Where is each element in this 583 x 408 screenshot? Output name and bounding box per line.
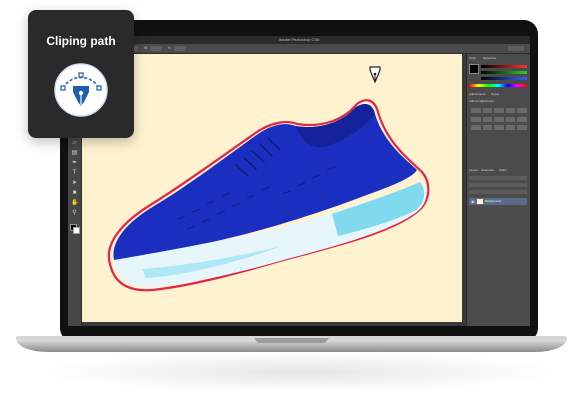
tab-swatches[interactable]: Swatches <box>483 56 496 61</box>
zoom-tool-icon[interactable]: ⚲ <box>71 210 78 216</box>
blend-mode-row[interactable] <box>469 183 527 187</box>
shape-tool-icon[interactable]: ■ <box>71 190 78 196</box>
color-foreground-chip[interactable] <box>469 64 479 74</box>
photo-filter-icon[interactable] <box>505 116 516 122</box>
blue-slider[interactable] <box>481 77 527 80</box>
menu-bar: Adobe Photoshop CS6 <box>68 36 530 44</box>
tab-color[interactable]: Color <box>469 56 476 61</box>
laptop-base <box>16 336 567 352</box>
lock-row[interactable] <box>469 190 527 194</box>
tab-styles[interactable]: Styles <box>491 92 499 97</box>
tab-adjustments[interactable]: Adjustments <box>469 92 486 97</box>
background-color-swatch[interactable] <box>73 227 80 234</box>
shoe-image <box>107 99 430 292</box>
type-tool-icon[interactable]: T <box>71 170 78 176</box>
pen-tool-icon <box>54 63 108 117</box>
pen-tool-icon[interactable]: ✒ <box>71 160 78 166</box>
clipping-path-card: Cliping path <box>28 10 134 138</box>
gradient-tool-icon[interactable]: ▤ <box>71 150 78 156</box>
vibrance-icon[interactable] <box>517 108 527 113</box>
tab-channels[interactable]: Channels <box>481 168 494 173</box>
exposure-icon[interactable] <box>505 108 516 113</box>
document-canvas[interactable] <box>82 54 462 322</box>
photoshop-window: Adobe Photoshop CS6 Fill Stroke W H ✥ ▭ … <box>68 36 530 326</box>
gradient-map-icon[interactable] <box>505 125 516 131</box>
options-bar: Fill Stroke W H <box>68 44 530 54</box>
pen-cursor-icon <box>369 66 381 84</box>
tab-layers[interactable]: Layers <box>469 168 478 173</box>
height-field[interactable] <box>174 46 186 51</box>
green-slider[interactable] <box>481 71 527 74</box>
red-slider[interactable] <box>481 65 527 68</box>
invert-icon[interactable] <box>471 125 481 131</box>
visibility-eye-icon[interactable]: ◉ <box>471 200 475 204</box>
path-selection-tool-icon[interactable]: ➤ <box>71 180 78 186</box>
eraser-tool-icon[interactable]: ▱ <box>71 140 78 146</box>
threshold-icon[interactable] <box>494 125 504 131</box>
hand-tool-icon[interactable]: ✋ <box>71 200 78 206</box>
channel-mixer-icon[interactable] <box>517 116 527 122</box>
levels-icon[interactable] <box>482 108 493 113</box>
adjustment-icons-grid <box>471 108 527 132</box>
color-balance-icon[interactable] <box>482 116 493 122</box>
height-label: H <box>168 46 171 50</box>
tab-paths[interactable]: Paths <box>499 168 507 173</box>
selective-color-icon[interactable] <box>517 125 527 131</box>
curves-icon[interactable] <box>494 108 504 113</box>
laptop-shadow <box>40 352 560 392</box>
width-label: W <box>144 46 148 50</box>
layer-name[interactable]: Background <box>485 198 501 205</box>
posterize-icon[interactable] <box>482 125 493 131</box>
app-title: Adobe Photoshop CS6 <box>278 37 320 42</box>
hue-saturation-icon[interactable] <box>471 116 481 122</box>
black-white-icon[interactable] <box>494 116 504 122</box>
right-panels: Color Swatches Adjustments Styles Add an… <box>466 54 530 326</box>
brightness-icon[interactable] <box>471 108 481 113</box>
layer-filter-row[interactable] <box>469 176 527 180</box>
workspace-dropdown[interactable] <box>508 46 524 51</box>
card-title: Cliping path <box>46 34 116 48</box>
width-field[interactable] <box>150 46 162 51</box>
adjustments-label: Add an adjustment <box>469 99 495 103</box>
layer-thumbnail <box>477 199 483 204</box>
color-ramp[interactable] <box>469 84 527 87</box>
